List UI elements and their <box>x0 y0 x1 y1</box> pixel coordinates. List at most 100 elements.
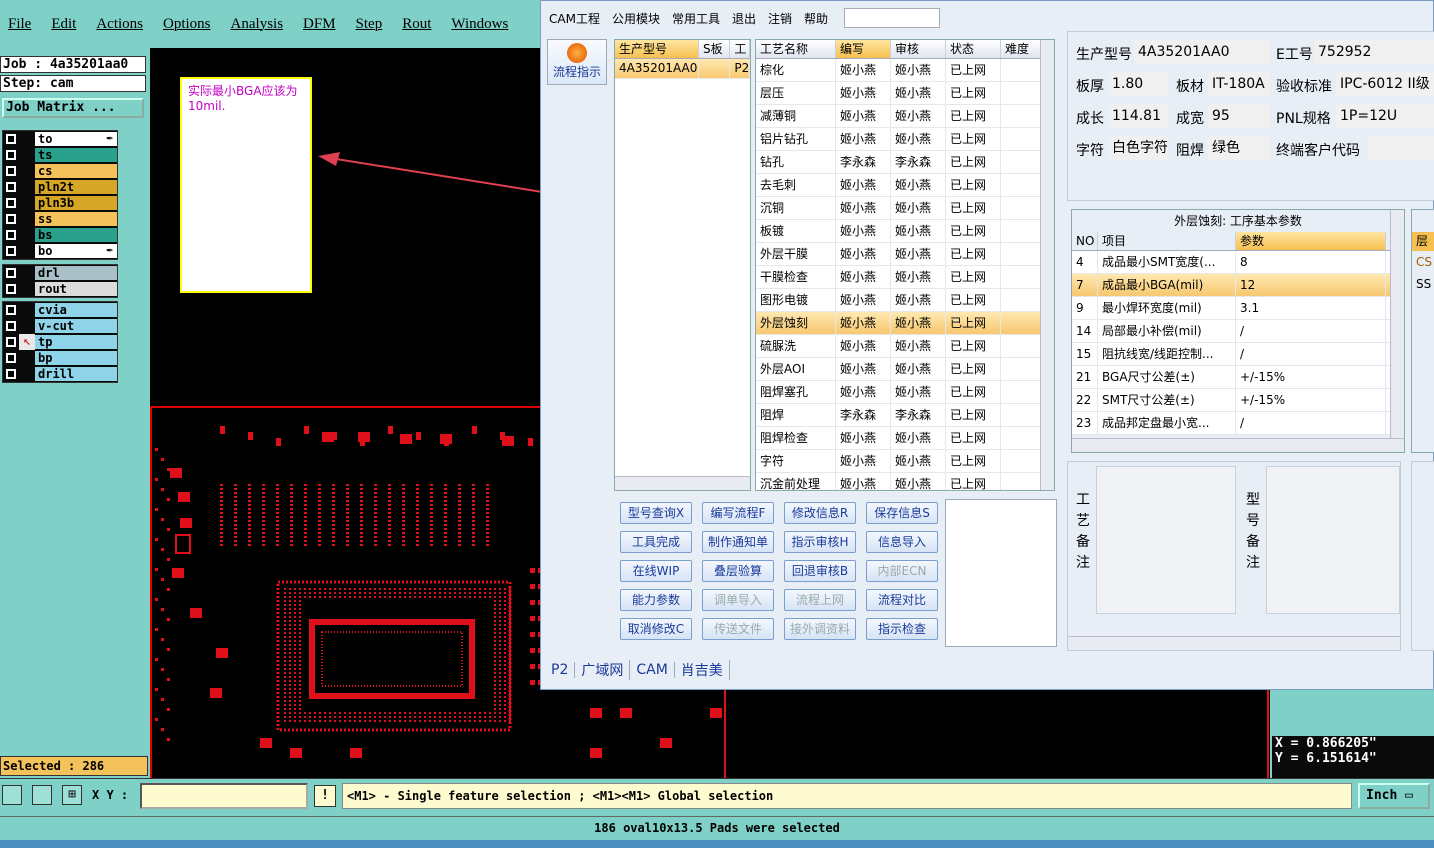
action-button[interactable]: 型号查询X <box>620 502 692 524</box>
process-row[interactable]: 沉铜 姬小燕 姬小燕 已上网 <box>756 197 1054 220</box>
layer-checkbox[interactable] <box>6 268 16 278</box>
value-customer[interactable] <box>1368 136 1434 160</box>
process-row[interactable]: 图形电镀 姬小燕 姬小燕 已上网 <box>756 289 1054 312</box>
process-row[interactable]: 铝片钻孔 姬小燕 姬小燕 已上网 <box>756 128 1054 151</box>
action-button[interactable]: 指示审核H <box>784 531 856 553</box>
layer-name[interactable]: rout <box>35 282 117 296</box>
remarks-hscroll[interactable] <box>1068 636 1400 650</box>
tab-0[interactable]: P2 <box>545 662 576 678</box>
layer-checkbox[interactable] <box>6 246 16 256</box>
value-model[interactable]: 4A35201AA0 <box>1134 40 1270 64</box>
process-col-header[interactable]: 编写 <box>836 40 891 58</box>
layer-state-icon[interactable] <box>19 163 35 179</box>
menu-dfm[interactable]: DFM <box>303 16 336 33</box>
params-col-header[interactable]: 项目 <box>1098 232 1236 250</box>
layer-name[interactable]: bs <box>35 228 117 242</box>
process-row[interactable]: 硫脲洗 姬小燕 姬小燕 已上网 <box>756 335 1054 358</box>
win-menu-dropdown[interactable] <box>844 8 941 28</box>
grid-icon[interactable]: ⊞ <box>62 785 82 805</box>
layer-row-drill[interactable]: drill <box>3 366 117 382</box>
action-button[interactable]: 传送文件 <box>702 618 774 640</box>
layer-row-to[interactable]: to ✒ <box>3 131 117 147</box>
layer-checkbox[interactable] <box>6 321 16 331</box>
layer-name[interactable]: ts <box>35 148 117 162</box>
params-row[interactable]: 21 BGA尺寸公差(±) +/-15% <box>1072 366 1404 389</box>
process-row[interactable]: 板镀 姬小燕 姬小燕 已上网 <box>756 220 1054 243</box>
tab-2[interactable]: CAM <box>630 662 675 678</box>
process-row[interactable]: 外层AOI 姬小燕 姬小燕 已上网 <box>756 358 1054 381</box>
params-row[interactable]: 22 SMT尺寸公差(±) +/-15% <box>1072 389 1404 412</box>
params-row[interactable]: 15 阻抗线宽/线距控制... / <box>1072 343 1404 366</box>
action-button[interactable]: 工具完成 <box>620 531 692 553</box>
flow-indicator-button[interactable]: 流程指示 <box>547 39 607 85</box>
win-menu-item[interactable]: 退出 <box>732 10 756 27</box>
job-matrix-button[interactable]: Job Matrix ... <box>2 98 144 118</box>
process-row[interactable]: 棕化 姬小燕 姬小燕 已上网 <box>756 59 1054 82</box>
menu-step[interactable]: Step <box>356 16 383 33</box>
menu-actions[interactable]: Actions <box>96 16 143 33</box>
value-mask[interactable]: 绿色 <box>1208 136 1270 160</box>
layer-state-icon[interactable] <box>19 350 35 366</box>
layer-checkbox[interactable] <box>6 214 16 224</box>
layer-checkbox[interactable] <box>6 182 16 192</box>
params-row[interactable]: 9 最小焊环宽度(mil) 3.1 <box>1072 297 1404 320</box>
action-button[interactable]: 流程对比 <box>866 589 938 611</box>
xy-input[interactable] <box>140 783 308 809</box>
action-button[interactable]: 制作通知单 <box>702 531 774 553</box>
layer-state-icon[interactable] <box>19 281 35 297</box>
layer-state-icon[interactable] <box>19 265 35 281</box>
process-row[interactable]: 干膜检查 姬小燕 姬小燕 已上网 <box>756 266 1054 289</box>
layer-name[interactable]: v-cut <box>35 319 117 333</box>
action-button[interactable]: 内部ECN <box>866 560 938 582</box>
layer-row-bp[interactable]: bp <box>3 350 117 366</box>
layer-name[interactable]: pln2t <box>35 180 117 194</box>
layer-row-ts[interactable]: ts <box>3 147 117 163</box>
params-hscroll[interactable] <box>1072 438 1404 452</box>
process-col-header[interactable]: 难度 <box>1001 40 1041 58</box>
layer-state-icon[interactable] <box>19 195 35 211</box>
layer-name[interactable]: cs <box>35 164 117 178</box>
layer-row-rout[interactable]: rout <box>3 281 117 297</box>
layer-name[interactable]: drl <box>35 266 117 280</box>
action-button[interactable]: 调单导入 <box>702 589 774 611</box>
process-col-header[interactable]: 审核 <box>891 40 946 58</box>
menu-windows[interactable]: Windows <box>451 16 508 33</box>
layer-row-cs[interactable]: cs <box>3 163 117 179</box>
process-row[interactable]: 阻焊塞孔 姬小燕 姬小燕 已上网 <box>756 381 1054 404</box>
layer-state-icon[interactable] <box>19 243 35 259</box>
layer-row-bo[interactable]: bo ✒ <box>3 243 117 259</box>
menu-edit[interactable]: Edit <box>51 16 76 33</box>
model-remark-box[interactable] <box>1266 466 1400 614</box>
layer-row-pln2t[interactable]: pln2t <box>3 179 117 195</box>
action-button[interactable]: 保存信息S <box>866 502 938 524</box>
process-row[interactable]: 层压 姬小燕 姬小燕 已上网 <box>756 82 1054 105</box>
action-button[interactable]: 回退审核B <box>784 560 856 582</box>
action-button[interactable]: 能力参数 <box>620 589 692 611</box>
action-button[interactable]: 流程上网 <box>784 589 856 611</box>
info-icon[interactable]: ! <box>314 785 336 807</box>
model-col-header[interactable]: 生产型号 <box>615 40 700 58</box>
layer-checkbox[interactable] <box>6 134 16 144</box>
action-button[interactable]: 修改信息R <box>784 502 856 524</box>
layer-state-icon[interactable] <box>19 318 35 334</box>
process-row[interactable]: 沉金前处理 姬小燕 姬小燕 已上网 <box>756 473 1054 490</box>
layer-row-ss[interactable]: ss <box>3 211 117 227</box>
params-vscroll[interactable] <box>1390 210 1404 452</box>
value-material[interactable]: IT-180A <box>1208 72 1270 96</box>
process-row[interactable]: 字符 姬小燕 姬小燕 已上网 <box>756 450 1054 473</box>
action-button[interactable]: 取消修改C <box>620 618 692 640</box>
layer-state-icon[interactable] <box>19 366 35 382</box>
layer-row-pln3b[interactable]: pln3b <box>3 195 117 211</box>
process-row[interactable]: 阻焊检查 姬小燕 姬小燕 已上网 <box>756 427 1054 450</box>
model-col-header[interactable]: 工 <box>730 40 750 58</box>
layer-name[interactable]: bo <box>35 244 117 258</box>
win-menu-item[interactable]: 帮助 <box>804 10 828 27</box>
layer-checkbox[interactable] <box>6 150 16 160</box>
layer-name[interactable]: drill <box>35 367 117 381</box>
params-row[interactable]: 14 局部最小补偿(mil) / <box>1072 320 1404 343</box>
layer-row-tp[interactable]: ↖ tp <box>3 334 117 350</box>
layer-state-icon[interactable] <box>19 179 35 195</box>
process-vscroll[interactable] <box>1040 40 1054 490</box>
layer-checkbox[interactable] <box>6 166 16 176</box>
win-menu-item[interactable]: 常用工具 <box>672 10 720 27</box>
